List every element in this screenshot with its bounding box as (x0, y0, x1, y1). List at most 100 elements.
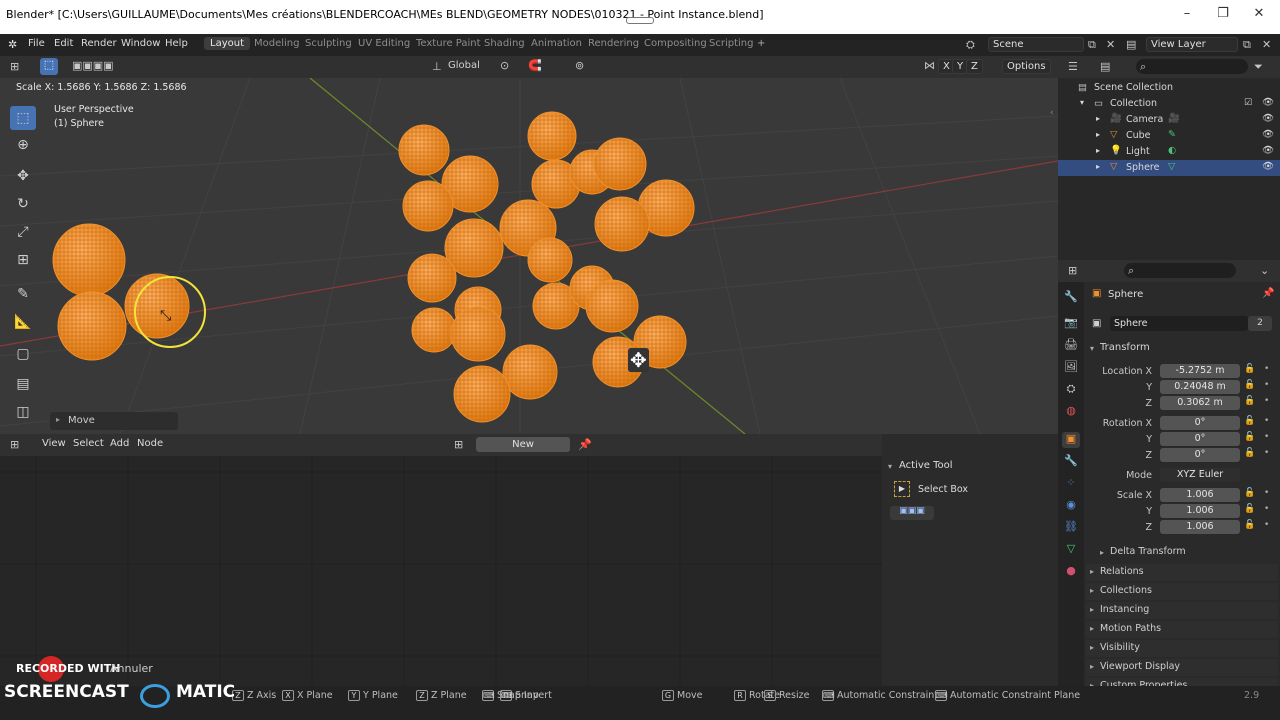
keyframe-dot-icon[interactable]: • (1264, 416, 1269, 426)
panel-relations[interactable]: ▸ Relations (1086, 564, 1278, 581)
keyframe-dot-icon[interactable]: • (1264, 380, 1269, 390)
node-editor-type-icon[interactable]: ⊞ (10, 438, 19, 451)
node-menu-select[interactable]: Select (73, 438, 104, 449)
panel-instancing[interactable]: ▸ Instancing (1086, 602, 1278, 619)
select-mode-buttons[interactable]: ▣▣▣ (890, 506, 934, 520)
keyframe-dot-icon[interactable]: • (1264, 432, 1269, 442)
panel-expand-icon[interactable]: ▸ (1090, 662, 1094, 671)
lock-icon[interactable]: 🔓 (1244, 396, 1255, 406)
sidebar-toggle-icon[interactable]: ‹ (1050, 108, 1054, 118)
scale-z-field[interactable]: 1.006 (1160, 520, 1240, 534)
move-tool-icon[interactable]: ✥ (10, 164, 36, 188)
modifier-tab-icon[interactable]: 🔧 (1062, 454, 1080, 470)
close-button[interactable]: ✕ (1244, 6, 1274, 21)
visibility-eye-icon[interactable]: 👁 (1262, 97, 1274, 108)
proportional-edit-icon[interactable]: ⊚ (575, 59, 584, 72)
filter-icon[interactable]: ⏷ (1254, 60, 1263, 74)
measure-tool-icon[interactable]: 📐 (10, 310, 36, 334)
outliner-type-icon[interactable]: ☰ (1068, 60, 1078, 73)
location-x-field[interactable]: -5.2752 m (1160, 364, 1240, 378)
move-gizmo-icon[interactable]: ✥ (628, 348, 649, 372)
lock-icon[interactable]: 🔓 (1244, 520, 1255, 530)
editor-type-icon[interactable]: ⊞ (10, 60, 19, 73)
extrude-tool-icon[interactable]: ▤ (10, 372, 36, 396)
selection-mode-icons[interactable]: ▣▣▣▣ (72, 59, 114, 72)
add-workspace-button[interactable]: + (757, 38, 765, 49)
snap-icon[interactable]: 🧲 (528, 59, 542, 72)
inset-tool-icon[interactable]: ◫ (10, 400, 36, 424)
panel-expand-icon[interactable]: ▸ (1090, 567, 1094, 576)
select-mode-icon[interactable]: ⬚ (40, 58, 58, 75)
panel-expand-icon[interactable]: ▸ (1090, 605, 1094, 614)
delete-view-layer-icon[interactable]: ✕ (1262, 38, 1271, 51)
user-count-badge[interactable]: 2 (1248, 316, 1272, 331)
rotation-y-field[interactable]: 0° (1160, 432, 1240, 446)
expand-arrow-icon[interactable]: ▸ (1096, 162, 1100, 171)
outliner-row-scene-collection[interactable]: ▤ Scene Collection (1058, 80, 1280, 96)
menu-file[interactable]: File (28, 38, 45, 49)
tab-rendering[interactable]: Rendering (588, 38, 639, 49)
properties-options-icon[interactable]: ⌄ (1260, 264, 1269, 277)
outliner-row-collection[interactable]: ▾ ▭ Collection ☑ 👁 (1058, 96, 1280, 112)
material-tab-icon[interactable]: ● (1062, 564, 1080, 580)
watermark-cancel-button[interactable]: Annuler (110, 662, 153, 675)
outliner-search-input[interactable]: ⌕ (1136, 59, 1248, 74)
mirror-icon[interactable]: ⋈ (924, 59, 935, 72)
expand-arrow-icon[interactable]: ▸ (1096, 130, 1100, 139)
rotation-x-field[interactable]: 0° (1160, 416, 1240, 430)
add-cube-tool-icon[interactable]: ▢ (10, 342, 36, 366)
node-menu-view[interactable]: View (42, 438, 66, 449)
pivot-icon[interactable]: ⊙ (500, 59, 509, 72)
node-editor[interactable]: ⊞ View Select Add Node ⊞ New 📌 (0, 434, 882, 686)
display-mode-icon[interactable]: ▤ (1100, 60, 1110, 73)
panel-viewport-display[interactable]: ▸ Viewport Display (1086, 659, 1278, 676)
tab-sculpting[interactable]: Sculpting (305, 38, 352, 49)
3d-viewport[interactable]: ⊞ ⬚ ▣▣▣▣ ⊥ Global ⊙ 🧲 ⊚ ⋈ X Y Z Options … (0, 56, 1058, 434)
lock-icon[interactable]: 🔓 (1244, 488, 1255, 498)
menu-help[interactable]: Help (165, 38, 188, 49)
lock-icon[interactable]: 🔓 (1244, 448, 1255, 458)
expand-arrow-icon[interactable]: ▸ (1096, 146, 1100, 155)
menu-window[interactable]: Window (121, 38, 160, 49)
active-tool-collapse-icon[interactable]: ▾ (888, 462, 892, 471)
last-operation-panel[interactable]: ▸ Move (50, 412, 178, 430)
object-data-icon[interactable]: ◐ (1168, 145, 1176, 156)
panel-visibility[interactable]: ▸ Visibility (1086, 640, 1278, 657)
lock-icon[interactable]: 🔓 (1244, 416, 1255, 426)
object-data-icon[interactable]: ✎ (1168, 129, 1176, 140)
orientation-icon[interactable]: ⊥ (432, 60, 442, 73)
expand-arrow-icon[interactable]: ▾ (1080, 98, 1084, 107)
data-tab-icon[interactable]: ▽ (1062, 542, 1080, 558)
new-node-tree-button[interactable]: New (476, 437, 570, 452)
panel-collections[interactable]: ▸ Collections (1086, 583, 1278, 600)
node-tree-type-icon[interactable]: ⊞ (454, 438, 463, 451)
panel-collapse-icon[interactable]: ▸ (56, 415, 60, 424)
panel-motion-paths[interactable]: ▸ Motion Paths (1086, 621, 1278, 638)
particles-tab-icon[interactable]: ⁘ (1062, 476, 1080, 492)
rotation-z-field[interactable]: 0° (1160, 448, 1240, 462)
cursor-tool-icon[interactable]: ⊕ (10, 133, 36, 157)
properties-search-input[interactable]: ⌕ (1124, 263, 1236, 278)
maximize-button[interactable]: ❐ (1208, 6, 1238, 21)
scene-tab-icon[interactable]: ⛭ (1062, 382, 1080, 398)
visibility-eye-icon[interactable]: 👁 (1262, 129, 1274, 140)
collection-checkbox[interactable]: ☑ (1244, 98, 1252, 108)
scale-x-field[interactable]: 1.006 (1160, 488, 1240, 502)
scene-icon[interactable]: ⛭ (966, 38, 975, 52)
delete-scene-icon[interactable]: ✕ (1106, 38, 1115, 51)
axis-z-toggle[interactable]: Z (966, 59, 983, 74)
annotate-tool-icon[interactable]: ✎ (10, 282, 36, 306)
lock-icon[interactable]: 🔓 (1244, 380, 1255, 390)
output-tab-icon[interactable]: 🖨 (1062, 338, 1080, 354)
visibility-eye-icon[interactable]: 👁 (1262, 113, 1274, 124)
object-data-icon[interactable]: ▽ (1168, 161, 1175, 172)
lock-icon[interactable]: 🔓 (1244, 504, 1255, 514)
rotate-tool-icon[interactable]: ↻ (10, 192, 36, 216)
new-view-layer-icon[interactable]: ⧉ (1243, 38, 1251, 52)
keyframe-dot-icon[interactable]: • (1264, 520, 1269, 530)
constraints-tab-icon[interactable]: ⛓ (1062, 520, 1080, 536)
orientation-dropdown[interactable]: Global (448, 60, 480, 71)
view-layer-field[interactable]: View Layer (1146, 37, 1238, 52)
transform-collapse-icon[interactable]: ▾ (1090, 344, 1094, 353)
keyframe-dot-icon[interactable]: • (1264, 396, 1269, 406)
